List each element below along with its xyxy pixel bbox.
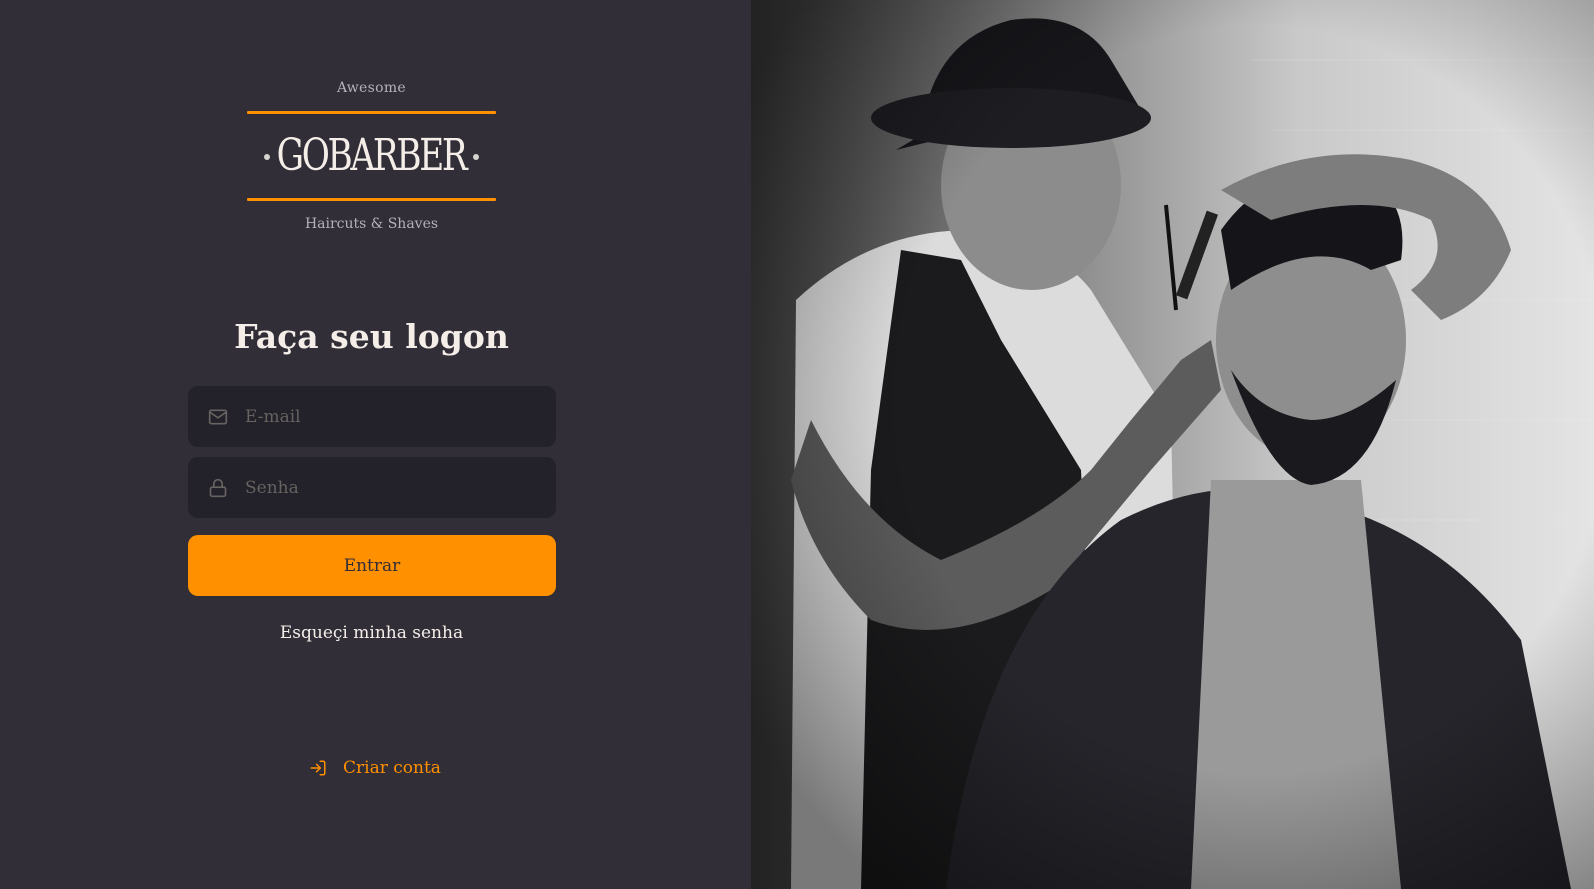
- logo-wordmark: GOBARBER: [277, 130, 468, 181]
- logo-right-dot: [473, 154, 479, 160]
- create-account-link[interactable]: Criar conta: [309, 756, 441, 780]
- gobarber-logo: Awesome GOBARBER Haircuts & Shaves: [247, 79, 496, 234]
- password-input[interactable]: [245, 467, 535, 508]
- login-page: Awesome GOBARBER Haircuts & Shaves Faça …: [0, 0, 1594, 889]
- login-button[interactable]: Entrar: [188, 535, 556, 596]
- forgot-password-link[interactable]: Esqueçi minha senha: [0, 621, 743, 645]
- logo-bottom-rule: [247, 198, 496, 201]
- mail-icon: [208, 407, 228, 427]
- barbershop-photo-illustration: [751, 0, 1594, 889]
- logo-tagline-top: Awesome: [336, 80, 407, 96]
- lock-icon: [208, 478, 228, 498]
- create-account-label: Criar conta: [343, 758, 441, 778]
- email-input[interactable]: [245, 396, 535, 437]
- log-in-icon: [309, 758, 329, 778]
- barber-photo: [751, 0, 1594, 889]
- logo-tagline-bottom: Haircuts & Shaves: [304, 216, 439, 232]
- password-field[interactable]: [188, 457, 556, 518]
- logo-wordmark-row: GOBARBER: [247, 114, 496, 198]
- logo-left-dot: [264, 154, 270, 160]
- login-panel: Awesome GOBARBER Haircuts & Shaves Faça …: [0, 0, 751, 889]
- email-field[interactable]: [188, 386, 556, 447]
- login-title: Faça seu logon: [234, 317, 509, 356]
